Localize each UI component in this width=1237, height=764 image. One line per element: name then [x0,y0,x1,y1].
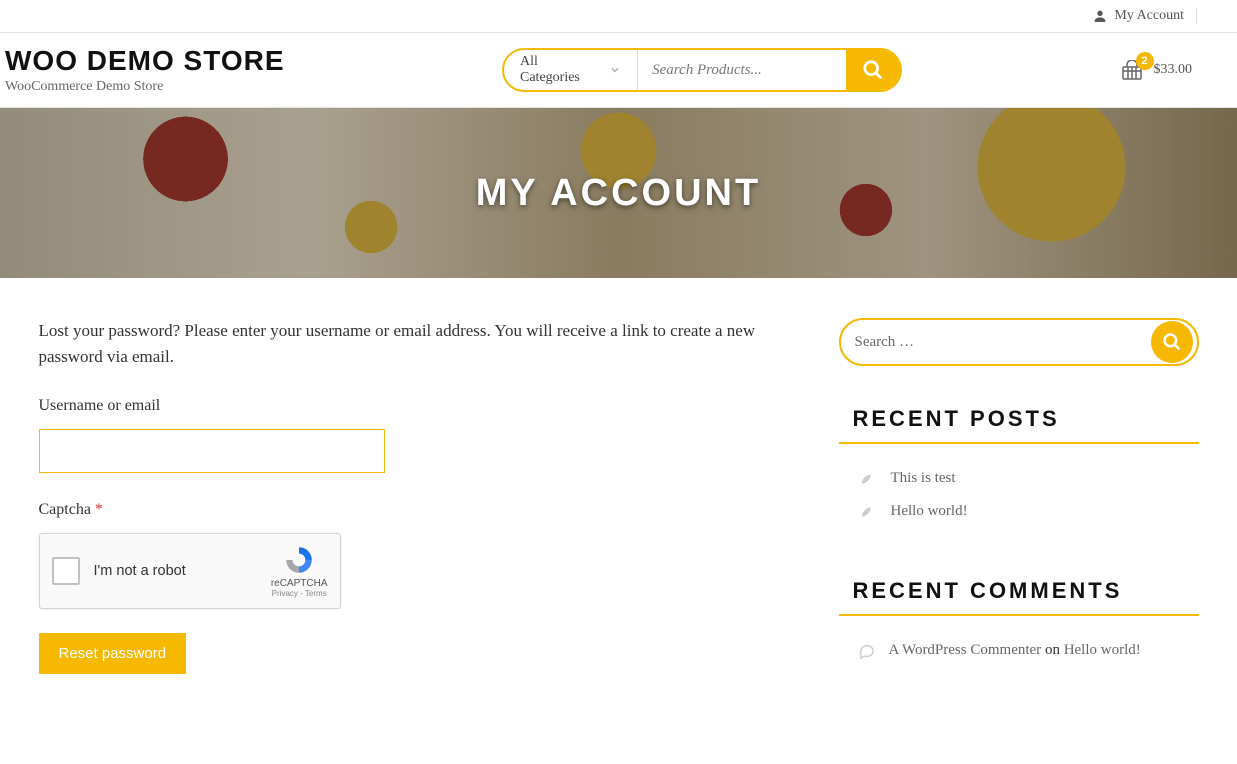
leaf-icon [859,505,873,519]
recent-posts-heading: RECENT POSTS [839,406,1199,444]
top-bar: My Account [0,0,1237,33]
search-icon [1162,332,1182,352]
reset-password-button[interactable]: Reset password [39,633,187,674]
sidebar: RECENT POSTS This is test Hello world! R… [839,318,1199,674]
recent-posts-list: This is test Hello world! [839,462,1199,528]
list-item: Hello world! [839,495,1199,528]
main-column: Lost your password? Please enter your us… [39,318,799,674]
post-link[interactable]: This is test [891,470,956,487]
site-tagline: WooCommerce Demo Store [5,79,285,95]
page-hero: MY ACCOUNT [0,108,1237,278]
cart-summary[interactable]: 2 $33.00 [1120,60,1233,80]
search-input[interactable] [638,62,846,79]
comment-icon [859,643,875,659]
search-icon [862,59,884,81]
cart-count-badge: 2 [1136,52,1154,70]
recaptcha-brand: reCAPTCHA [271,578,328,589]
sidebar-search [839,318,1199,366]
recaptcha-widget: I'm not a robot reCAPTCHA Privacy - Term… [39,533,341,609]
comment-on-text: on [1041,642,1064,658]
post-link[interactable]: Hello world! [891,503,968,520]
sidebar-search-button[interactable] [1151,321,1193,363]
sidebar-search-input[interactable] [855,334,1151,351]
comment-post-link[interactable]: Hello world! [1064,642,1141,658]
leaf-icon [859,472,873,486]
recent-comments-heading: RECENT COMMENTS [839,578,1199,616]
cart-total: $33.00 [1154,62,1193,78]
recent-comments-list: A WordPress Commenter on Hello world! [839,634,1199,667]
recaptcha-checkbox[interactable] [52,557,80,585]
recaptcha-text: I'm not a robot [94,563,271,579]
recaptcha-legal[interactable]: Privacy - Terms [272,589,327,598]
list-item: A WordPress Commenter on Hello world! [839,634,1199,667]
chevron-down-icon [609,64,621,76]
lost-password-intro: Lost your password? Please enter your us… [39,318,799,369]
my-account-link[interactable]: My Account [1092,8,1197,24]
recaptcha-icon [283,544,315,576]
username-label: Username or email [39,397,799,415]
username-input[interactable] [39,429,385,473]
required-mark: * [95,501,103,518]
site-title[interactable]: WOO DEMO STORE [5,45,285,77]
search-button[interactable] [846,50,900,90]
comment-author-link[interactable]: A WordPress Commenter [889,642,1042,658]
user-icon [1092,8,1108,24]
search-category-label: All Categories [520,54,601,86]
page-content: Lost your password? Please enter your us… [19,278,1219,714]
cart-icon-wrap: 2 [1120,60,1144,80]
captcha-label: Captcha * [39,501,799,519]
site-header: WOO DEMO STORE WooCommerce Demo Store Al… [0,33,1237,108]
my-account-label: My Account [1114,8,1184,24]
brand: WOO DEMO STORE WooCommerce Demo Store [5,45,285,95]
search-category-select[interactable]: All Categories [504,50,638,90]
recaptcha-branding: reCAPTCHA Privacy - Terms [271,544,328,598]
page-title: MY ACCOUNT [476,172,761,215]
list-item: This is test [839,462,1199,495]
product-search: All Categories [502,48,902,92]
